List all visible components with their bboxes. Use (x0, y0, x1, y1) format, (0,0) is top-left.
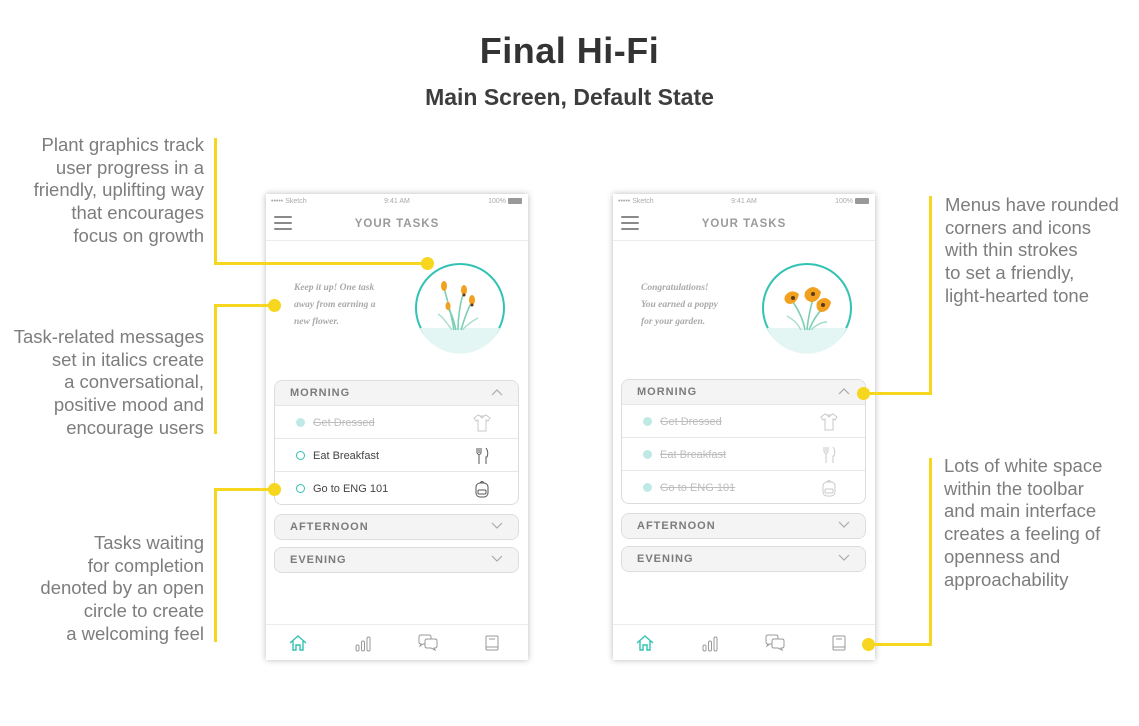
battery-icon (508, 198, 522, 205)
task-item[interactable]: Eat Breakfast (622, 437, 865, 470)
section-morning: MORNING Get Dressed Eat Breakfast Go to … (274, 380, 519, 505)
leader-line (214, 304, 217, 434)
chevron-down-icon (491, 555, 503, 562)
task-label: Eat Breakfast (313, 450, 380, 462)
task-label: Get Dressed (313, 417, 375, 429)
stats-icon[interactable] (700, 633, 720, 653)
section-label: EVENING (637, 553, 694, 565)
annotation-task-messages: Task-related messages set in italics cre… (13, 326, 204, 438)
task-item[interactable]: Get Dressed (275, 405, 518, 438)
backpack-icon (822, 480, 836, 497)
task-item[interactable]: Go to ENG 101 (275, 471, 518, 504)
annotation-menus: Menus have rounded corners and icons wit… (945, 194, 1119, 306)
task-item[interactable]: Get Dressed (622, 404, 865, 437)
home-icon[interactable] (635, 633, 655, 653)
leader-line (214, 304, 274, 307)
section-header-afternoon[interactable]: AFTERNOON (622, 514, 865, 538)
section-header-evening[interactable]: EVENING (622, 547, 865, 571)
battery-label: 100% (835, 198, 853, 205)
task-label: Get Dressed (660, 416, 722, 428)
section-label: AFTERNOON (637, 520, 716, 532)
leader-dot (862, 638, 875, 651)
backpack-icon (475, 481, 489, 498)
progress-message: Keep it up! One task away from earning a… (294, 283, 376, 327)
section-label: EVENING (290, 554, 347, 566)
chevron-down-icon (838, 554, 850, 561)
leader-line (869, 643, 932, 646)
task-item[interactable]: Go to ENG 101 (622, 470, 865, 503)
header-divider (613, 240, 875, 241)
leader-dot (857, 387, 870, 400)
fork-knife-icon (476, 447, 489, 464)
chevron-down-icon (838, 521, 850, 528)
leader-dot (268, 483, 281, 496)
leader-line (864, 392, 932, 395)
section-header-morning[interactable]: MORNING (622, 380, 865, 404)
leader-dot (421, 257, 434, 270)
app-title: YOUR TASKS (354, 218, 440, 230)
leader-line (929, 196, 932, 394)
section-header-afternoon[interactable]: AFTERNOON (275, 515, 518, 539)
leader-dot (268, 299, 281, 312)
leader-line (214, 138, 217, 264)
section-morning: MORNING Get Dressed Eat Breakfast Go to … (621, 379, 866, 504)
status-bar: ••••• Sketch 9:41 AM 100% (266, 194, 528, 210)
home-icon[interactable] (288, 633, 308, 653)
done-dot-icon (643, 417, 652, 426)
battery-label: 100% (488, 198, 506, 205)
tab-bar (266, 624, 528, 660)
chat-icon[interactable] (416, 633, 440, 653)
book-icon[interactable] (482, 633, 502, 653)
section-header-morning[interactable]: MORNING (275, 381, 518, 405)
sprout-plant-icon (415, 263, 505, 354)
fork-knife-icon (823, 446, 836, 463)
chevron-up-icon (491, 389, 503, 396)
section-label: AFTERNOON (290, 521, 369, 533)
annotation-tasks-waiting: Tasks waiting for completion denoted by … (40, 532, 204, 644)
annotation-plant-graphics: Plant graphics track user progress in a … (33, 134, 204, 246)
page-subtitle: Main Screen, Default State (425, 84, 714, 110)
leader-line (929, 458, 932, 646)
section-header-evening[interactable]: EVENING (275, 548, 518, 572)
section-evening: EVENING (621, 546, 866, 572)
tab-bar (613, 624, 875, 660)
task-label: Go to ENG 101 (660, 482, 736, 494)
battery-indicator: 100% (488, 198, 522, 205)
task-label: Go to ENG 101 (313, 483, 389, 495)
leader-line (214, 262, 428, 265)
annotation-white-space: Lots of white space within the toolbar a… (944, 455, 1103, 590)
section-afternoon: AFTERNOON (274, 514, 519, 540)
page-title: Final Hi-Fi (479, 30, 660, 71)
shirt-icon (473, 414, 491, 432)
section-evening: EVENING (274, 547, 519, 573)
chevron-down-icon (491, 522, 503, 529)
stats-icon[interactable] (353, 633, 373, 653)
open-circle-icon[interactable] (296, 484, 305, 493)
shirt-icon (820, 413, 838, 431)
leader-line (214, 488, 274, 491)
task-item[interactable]: Eat Breakfast (275, 438, 518, 471)
poppy-flower-icon (762, 263, 852, 354)
section-afternoon: AFTERNOON (621, 513, 866, 539)
chat-icon[interactable] (763, 633, 787, 653)
task-label: Eat Breakfast (660, 449, 727, 461)
header-divider (266, 240, 528, 241)
open-circle-icon[interactable] (296, 451, 305, 460)
status-bar: ••••• Sketch 9:41 AM 100% (613, 194, 875, 210)
book-icon[interactable] (829, 633, 849, 653)
phone-mockup-right: ••••• Sketch 9:41 AM 100% YOUR TASKS Con… (613, 194, 875, 660)
section-label: MORNING (290, 387, 351, 399)
section-label: MORNING (637, 386, 698, 398)
done-dot-icon (643, 483, 652, 492)
done-dot-icon (643, 450, 652, 459)
chevron-up-icon (838, 388, 850, 395)
progress-message: Congratulations! You earned a poppy for … (641, 283, 718, 327)
done-dot-icon (296, 418, 305, 427)
leader-line (214, 488, 217, 642)
battery-indicator: 100% (835, 198, 869, 205)
battery-icon (855, 198, 869, 205)
app-title: YOUR TASKS (701, 218, 787, 230)
